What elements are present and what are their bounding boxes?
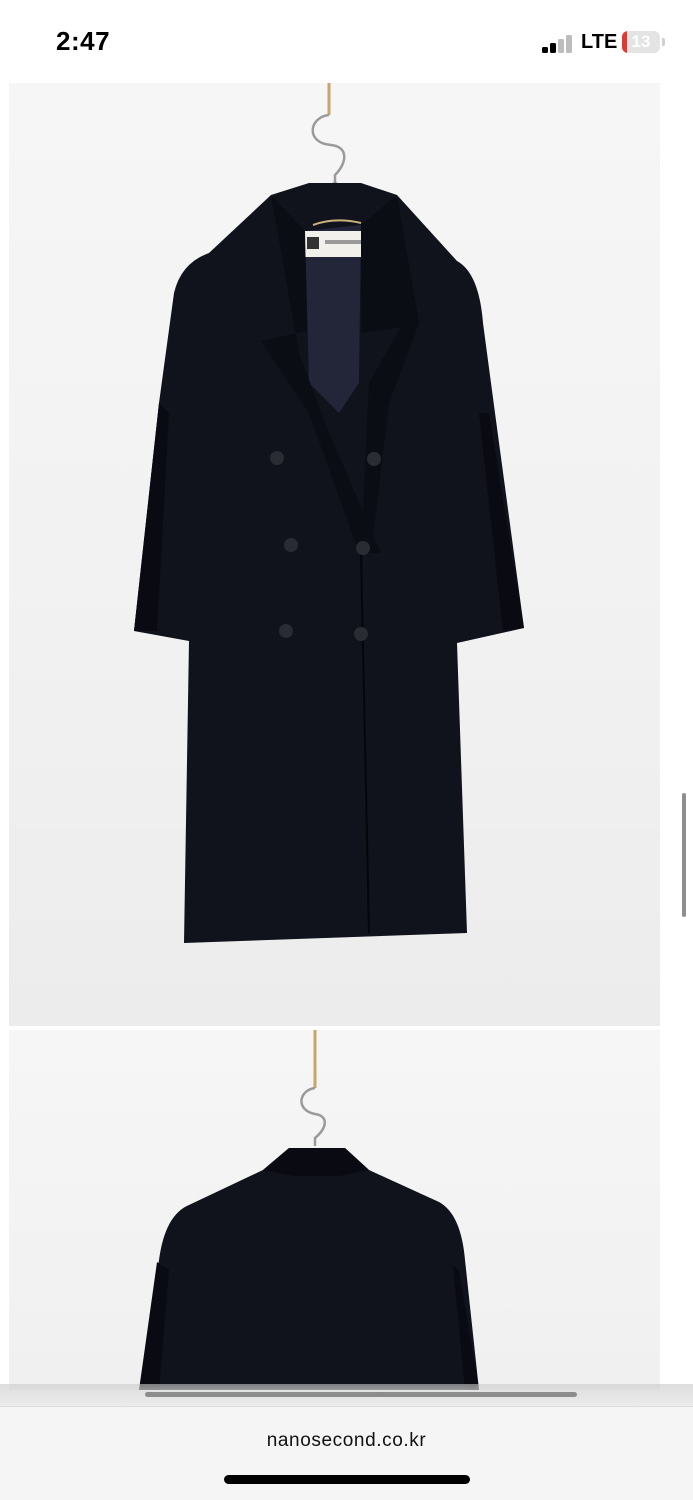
page-load-progress: [145, 1392, 577, 1397]
battery-icon: 13: [622, 31, 660, 53]
product-photo-front[interactable]: [9, 83, 660, 1026]
coat-back-image: [139, 1030, 479, 1390]
status-time: 2:47: [56, 26, 111, 56]
battery-level: 13: [631, 32, 651, 51]
page-scrollbar[interactable]: [682, 793, 686, 917]
status-bar: 2:47 LTE 13: [0, 0, 693, 82]
battery-tip: [662, 38, 665, 46]
product-photo-back[interactable]: [9, 1030, 660, 1390]
home-indicator[interactable]: [224, 1475, 470, 1484]
cellular-signal-icon: [542, 35, 576, 53]
network-type: LTE: [581, 31, 618, 53]
coat-front-image: [134, 83, 524, 943]
address-bar[interactable]: [0, 1406, 693, 1500]
url-text[interactable]: nanosecond.co.kr: [0, 1430, 693, 1452]
